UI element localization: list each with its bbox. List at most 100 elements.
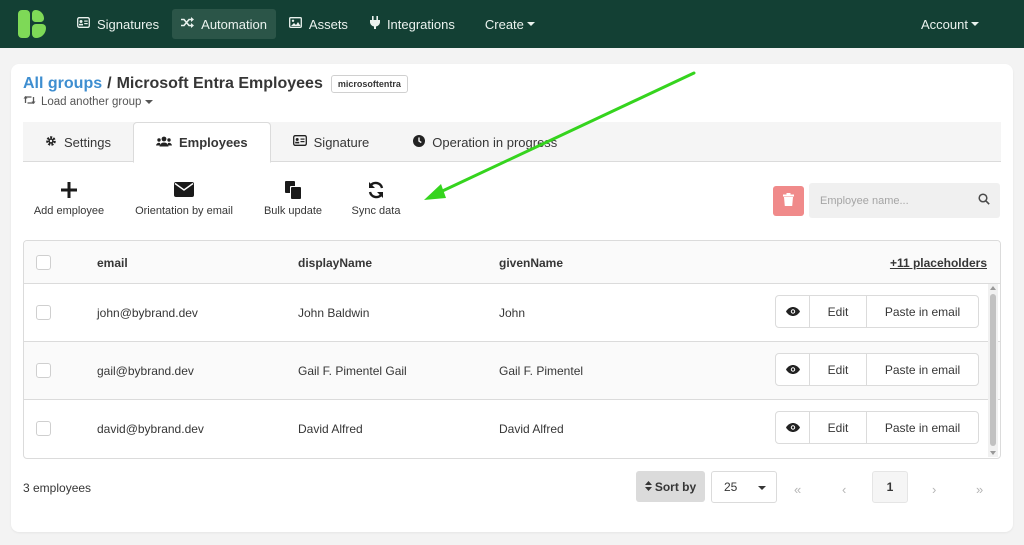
row-displayname: Gail F. Pimentel Gail — [298, 364, 407, 378]
edit-button[interactable]: Edit — [810, 296, 867, 327]
group-source-tag: microsoftentra — [330, 75, 408, 93]
per-page-value: 25 — [724, 480, 738, 494]
bulk-update-button[interactable]: Bulk update — [259, 178, 327, 217]
bulk-update-label: Bulk update — [263, 205, 323, 217]
nav-integrations[interactable]: Integrations — [361, 9, 464, 39]
tab-operation-in-progress[interactable]: Operation in progress — [391, 122, 579, 162]
envelope-icon — [129, 178, 239, 202]
row-displayname: John Baldwin — [298, 306, 370, 320]
row-givenname: David Alfred — [499, 422, 564, 436]
paste-in-email-button[interactable]: Paste in email — [867, 412, 978, 443]
edit-button[interactable]: Edit — [810, 354, 867, 385]
chevron-down-icon — [971, 22, 979, 26]
previous-page-icon[interactable]: ‹ — [842, 482, 846, 497]
main-card: All groups / Microsoft Entra Employees m… — [11, 64, 1013, 532]
current-page-button[interactable]: 1 — [872, 471, 908, 503]
more-placeholders-link[interactable]: +11 placeholders — [890, 256, 987, 270]
preview-button[interactable] — [776, 412, 810, 443]
row-displayname: David Alfred — [298, 422, 363, 436]
row-email: john@bybrand.dev — [97, 306, 198, 320]
load-another-group-label: Load another group — [41, 95, 142, 108]
row-email: david@bybrand.dev — [97, 422, 204, 436]
employee-count: 3 employees — [23, 481, 92, 495]
sync-data-label: Sync data — [351, 205, 401, 217]
column-header-email[interactable]: email — [97, 256, 128, 270]
plus-icon — [31, 178, 107, 202]
scroll-up-arrow-icon[interactable] — [990, 286, 996, 290]
row-checkbox[interactable] — [36, 421, 51, 436]
tab-signature[interactable]: Signature — [271, 122, 392, 162]
row-checkbox[interactable] — [36, 305, 51, 320]
table-row: john@bybrand.dev John Baldwin John Edit … — [24, 284, 1000, 342]
nav-assets-label: Assets — [308, 16, 348, 32]
row-actions: Edit Paste in email — [775, 411, 979, 444]
table-scrollbar[interactable] — [988, 284, 998, 457]
column-header-givenname[interactable]: givenName — [499, 256, 563, 270]
tab-signature-label: Signature — [313, 134, 370, 150]
employee-search-input[interactable]: Employee name... — [809, 183, 1000, 218]
sort-by-label: Sort by — [654, 479, 697, 494]
breadcrumb-all-groups[interactable]: All groups — [23, 75, 102, 93]
shuffle-icon — [181, 17, 195, 31]
tab-employees-label: Employees — [178, 135, 248, 150]
edit-button[interactable]: Edit — [810, 412, 867, 443]
search-placeholder: Employee name... — [820, 194, 909, 207]
preview-button[interactable] — [776, 296, 810, 327]
clock-icon — [413, 134, 426, 150]
row-checkbox[interactable] — [36, 363, 51, 378]
table-row: david@bybrand.dev David Alfred David Alf… — [24, 400, 1000, 458]
sync-data-button[interactable]: Sync data — [347, 178, 405, 217]
nav-automation[interactable]: Automation — [172, 9, 276, 39]
delete-selected-button[interactable] — [773, 186, 804, 216]
retweet-icon — [23, 95, 36, 108]
plug-icon — [369, 16, 380, 32]
group-name: Microsoft Entra Employees — [116, 75, 323, 92]
row-actions: Edit Paste in email — [775, 353, 979, 386]
tab-employees[interactable]: Employees — [132, 122, 271, 163]
scroll-down-arrow-icon[interactable] — [990, 451, 996, 455]
nav-account-dropdown[interactable]: Account — [912, 9, 988, 39]
copy-files-icon — [259, 178, 327, 202]
nav-signatures-label: Signatures — [97, 16, 160, 32]
tab-settings[interactable]: Settings — [23, 122, 133, 162]
chevron-down-icon — [526, 22, 535, 26]
image-icon — [288, 17, 302, 31]
eye-icon — [785, 421, 800, 435]
gear-icon — [45, 135, 57, 150]
tab-operation-label: Operation in progress — [432, 134, 558, 150]
sort-by-button[interactable]: Sort by — [636, 471, 705, 502]
table-row: gail@bybrand.dev Gail F. Pimentel Gail G… — [24, 342, 1000, 400]
nav-assets[interactable]: Assets — [280, 9, 357, 39]
nav-automation-label: Automation — [201, 16, 267, 32]
nav-create-dropdown[interactable]: Create — [476, 9, 544, 39]
select-all-checkbox[interactable] — [36, 255, 51, 270]
orientation-by-email-label: Orientation by email — [135, 205, 233, 217]
top-navbar: Signatures Automation Assets Integration… — [0, 0, 1024, 48]
table-header: email displayName givenName +11 placehol… — [24, 241, 1000, 284]
column-header-displayname[interactable]: displayName — [298, 256, 372, 270]
row-actions: Edit Paste in email — [775, 295, 979, 328]
last-page-icon[interactable]: » — [976, 482, 983, 497]
trash-icon — [783, 193, 794, 209]
chevron-down-icon — [758, 486, 766, 490]
preview-button[interactable] — [776, 354, 810, 385]
load-another-group-dropdown[interactable]: Load another group — [23, 95, 154, 108]
id-card-icon — [77, 17, 90, 31]
search-icon[interactable] — [978, 193, 990, 208]
row-givenname: John — [499, 306, 526, 320]
sort-icon — [644, 480, 652, 494]
employees-table: email displayName givenName +11 placehol… — [23, 240, 1001, 459]
orientation-by-email-button[interactable]: Orientation by email — [129, 178, 239, 217]
next-page-icon[interactable]: › — [932, 482, 936, 497]
scrollbar-thumb[interactable] — [990, 294, 996, 446]
paste-in-email-button[interactable]: Paste in email — [867, 354, 978, 385]
nav-create-label: Create — [484, 16, 524, 32]
nav-signatures[interactable]: Signatures — [68, 9, 168, 39]
paste-in-email-button[interactable]: Paste in email — [867, 296, 978, 327]
add-employee-button[interactable]: Add employee — [31, 178, 107, 217]
per-page-select[interactable]: 25 — [711, 471, 777, 503]
first-page-icon[interactable]: « — [794, 482, 801, 497]
nav-integrations-label: Integrations — [386, 16, 455, 32]
id-card-icon — [292, 135, 307, 149]
bybrand-logo[interactable] — [18, 10, 46, 38]
